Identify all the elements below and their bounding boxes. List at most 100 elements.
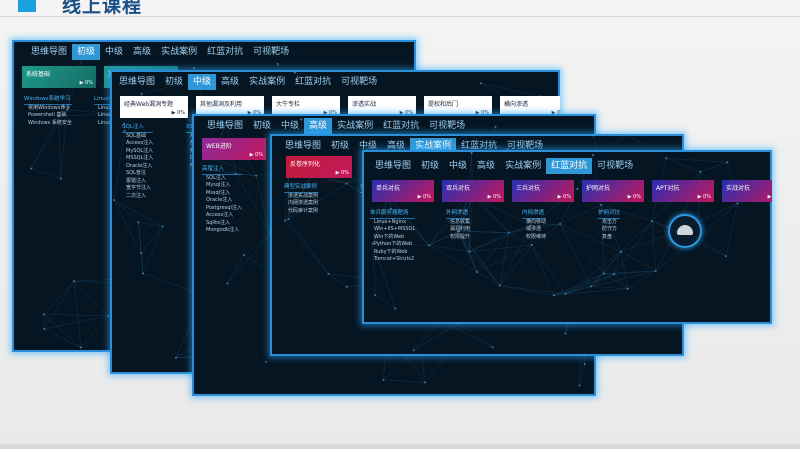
course-card[interactable]: 双兵对抗 ▶ 0% [442,180,504,202]
course-card[interactable]: 系统基础 ▶ 0% [22,66,96,88]
tab-item[interactable]: 可视靶场 [424,118,470,134]
section-heading: SQL注入 [122,124,154,133]
hacker-badge [668,214,702,248]
tab-item[interactable]: 实战案例 [500,158,546,174]
topic-item[interactable]: Sqlite注入 [202,220,242,228]
topic-item[interactable]: 常用Windows命令 [24,105,72,113]
course-card[interactable]: 经典Web漏洞专题 ▶ 0% [120,96,188,118]
tab-item[interactable]: 实战案例 [244,74,290,90]
tab-item[interactable]: 中级 [276,118,304,134]
course-card-label: 提权和后门 [428,101,459,108]
topic-column: SQL注入 SQL基础 Access注入 MySQL注入 MSSQL注入 Oracle注入… [122,122,154,201]
topic-item[interactable]: 漏洞利用 [446,226,470,234]
tab-item[interactable]: 中级 [100,44,128,60]
tab-item[interactable]: 思维导图 [280,138,326,154]
progress-percent: ▶ 0% [417,194,431,200]
topic-item[interactable]: SQL注入 [202,175,242,183]
card-row: WEB进阶 ▶ 0% [202,138,274,160]
topic-column: 护网对抗 攻击方 防守方 复盘 [598,208,621,242]
topic-item[interactable]: Mongodb注入 [202,227,242,235]
topic-item[interactable]: Mssql注入 [202,190,242,198]
tab-item[interactable]: 思维导图 [114,74,160,90]
topic-column: Windows系统学习 常用Windows命令 Powershell 基础 Windo… [24,94,72,127]
tab-item[interactable]: 初级 [326,138,354,154]
topic-item[interactable]: 渗透实战案例 [284,193,318,201]
topic-item[interactable]: Win下的Web [370,234,415,242]
course-card[interactable]: 三兵对抗 ▶ 0% [512,180,574,202]
topic-item[interactable]: Tomcat+Struts2 [370,256,415,264]
course-card[interactable]: WEB进阶 ▶ 0% [202,138,266,160]
tab-item[interactable]: 实战案例 [156,44,202,60]
topic-item[interactable]: Powershell 基础 [24,112,72,120]
topic-item[interactable]: 攻击方 [598,219,620,227]
tab-item[interactable]: 实战案例 [332,118,378,134]
course-card-label: 反卷序列化 [290,161,321,168]
tab-item[interactable]: 初级 [72,44,101,60]
topic-item[interactable]: SQL盲注 [122,170,153,178]
tab-item[interactable]: 高级 [128,44,156,60]
topic-item[interactable]: Windows 系统安全 [24,120,72,128]
topic-item[interactable]: Oracle注入 [122,163,153,171]
topic-item[interactable]: Linux+Nginx [370,219,415,227]
topic-item[interactable]: SQL基础 [122,133,153,141]
course-card-label: 单兵对抗 [376,185,401,192]
tab-item[interactable]: 高级 [472,158,500,174]
tab-item[interactable]: 可视靶场 [592,158,638,174]
course-card[interactable]: 单兵对抗 ▶ 0% [372,180,434,202]
tab-item[interactable]: 中级 [188,74,217,90]
card-row: 反卷序列化 ▶ 0% [286,156,360,178]
tab-item[interactable]: 红蓝对抗 [378,118,424,134]
course-card[interactable]: 反卷序列化 ▶ 0% [286,156,352,178]
topic-item[interactable]: 域渗透 [522,226,546,234]
tab-item[interactable]: 高级 [304,118,333,134]
course-card[interactable]: APT对抗 ▶ 0% [652,180,714,202]
section-heading: 单兵服务器靶场 [370,210,416,219]
topic-item[interactable]: MySQL注入 [122,148,153,156]
tab-bar: 思维导图 初级 中级 高级 实战案例 红蓝对抗 可视靶场 [114,74,382,90]
tab-item[interactable]: 红蓝对抗 [202,44,248,60]
topic-item[interactable]: 权限维持 [522,234,546,242]
tab-item[interactable]: 思维导图 [202,118,248,134]
topic-item[interactable]: 权限提升 [446,234,470,242]
tab-item[interactable]: 初级 [160,74,188,90]
tab-item[interactable]: 思维导图 [370,158,416,174]
topic-item[interactable]: 复盘 [598,234,620,242]
tab-item[interactable]: 红蓝对抗 [546,158,593,174]
topic-item[interactable]: 防守方 [598,226,620,234]
tab-item[interactable]: 可视靶场 [336,74,382,90]
topic-item[interactable]: 信息收集 [446,219,470,227]
topic-column: 单兵服务器靶场 Linux+Nginx Win+IIS+MSSQL Win下的Web P… [370,208,416,264]
topic-item[interactable]: Postgresql注入 [202,205,242,213]
course-card-label: APT对抗 [656,185,680,192]
topic-item[interactable]: 横向移动 [522,219,546,227]
topic-item[interactable]: Access注入 [202,212,242,220]
tab-item[interactable]: 高级 [216,74,244,90]
progress-percent: ▶ 0% [171,110,185,116]
topic-item[interactable]: Ruby下的Web [370,249,415,257]
tab-item[interactable]: 初级 [416,158,444,174]
tab-item[interactable]: 中级 [444,158,472,174]
tab-item[interactable]: 可视靶场 [248,44,294,60]
course-panel-red-blue: 思维导图 初级 中级 高级 实战案例 红蓝对抗 可视靶场 单兵对抗 ▶ 0% 双兵对抗 ▶ 0% 三… [362,150,772,324]
topic-item[interactable]: MSSQL注入 [122,155,153,163]
course-card[interactable]: 实战对抗 ▶ 0% [722,180,772,202]
topic-item[interactable]: 报错注入 [122,178,153,186]
topic-item[interactable]: 二次注入 [122,193,153,201]
tab-item[interactable]: 思维导图 [26,44,72,60]
section-heading: 外网渗透 [446,210,471,219]
topic-item[interactable]: Access注入 [122,140,153,148]
topic-item[interactable]: 内网渗透案例 [284,200,318,208]
topic-item[interactable]: Win+IIS+MSSQL [370,226,415,234]
topic-item[interactable]: 宽字节注入 [122,185,153,193]
topic-item[interactable]: 代码审计案例 [284,208,318,216]
header-rule [0,16,800,17]
tab-bar: 思维导图 初级 中级 高级 实战案例 红蓝对抗 可视靶场 [26,44,294,60]
tab-item[interactable]: 红蓝对抗 [290,74,336,90]
slide-header: 线上课程 [0,0,800,18]
topic-item[interactable]: Oracle注入 [202,197,242,205]
topic-item[interactable]: Python下的Web [370,241,415,249]
tab-item[interactable]: 初级 [248,118,276,134]
topic-item[interactable]: Mysql注入 [202,182,242,190]
section-heading: Windows系统学习 [24,96,72,105]
course-card[interactable]: 护网对抗 ▶ 0% [582,180,644,202]
